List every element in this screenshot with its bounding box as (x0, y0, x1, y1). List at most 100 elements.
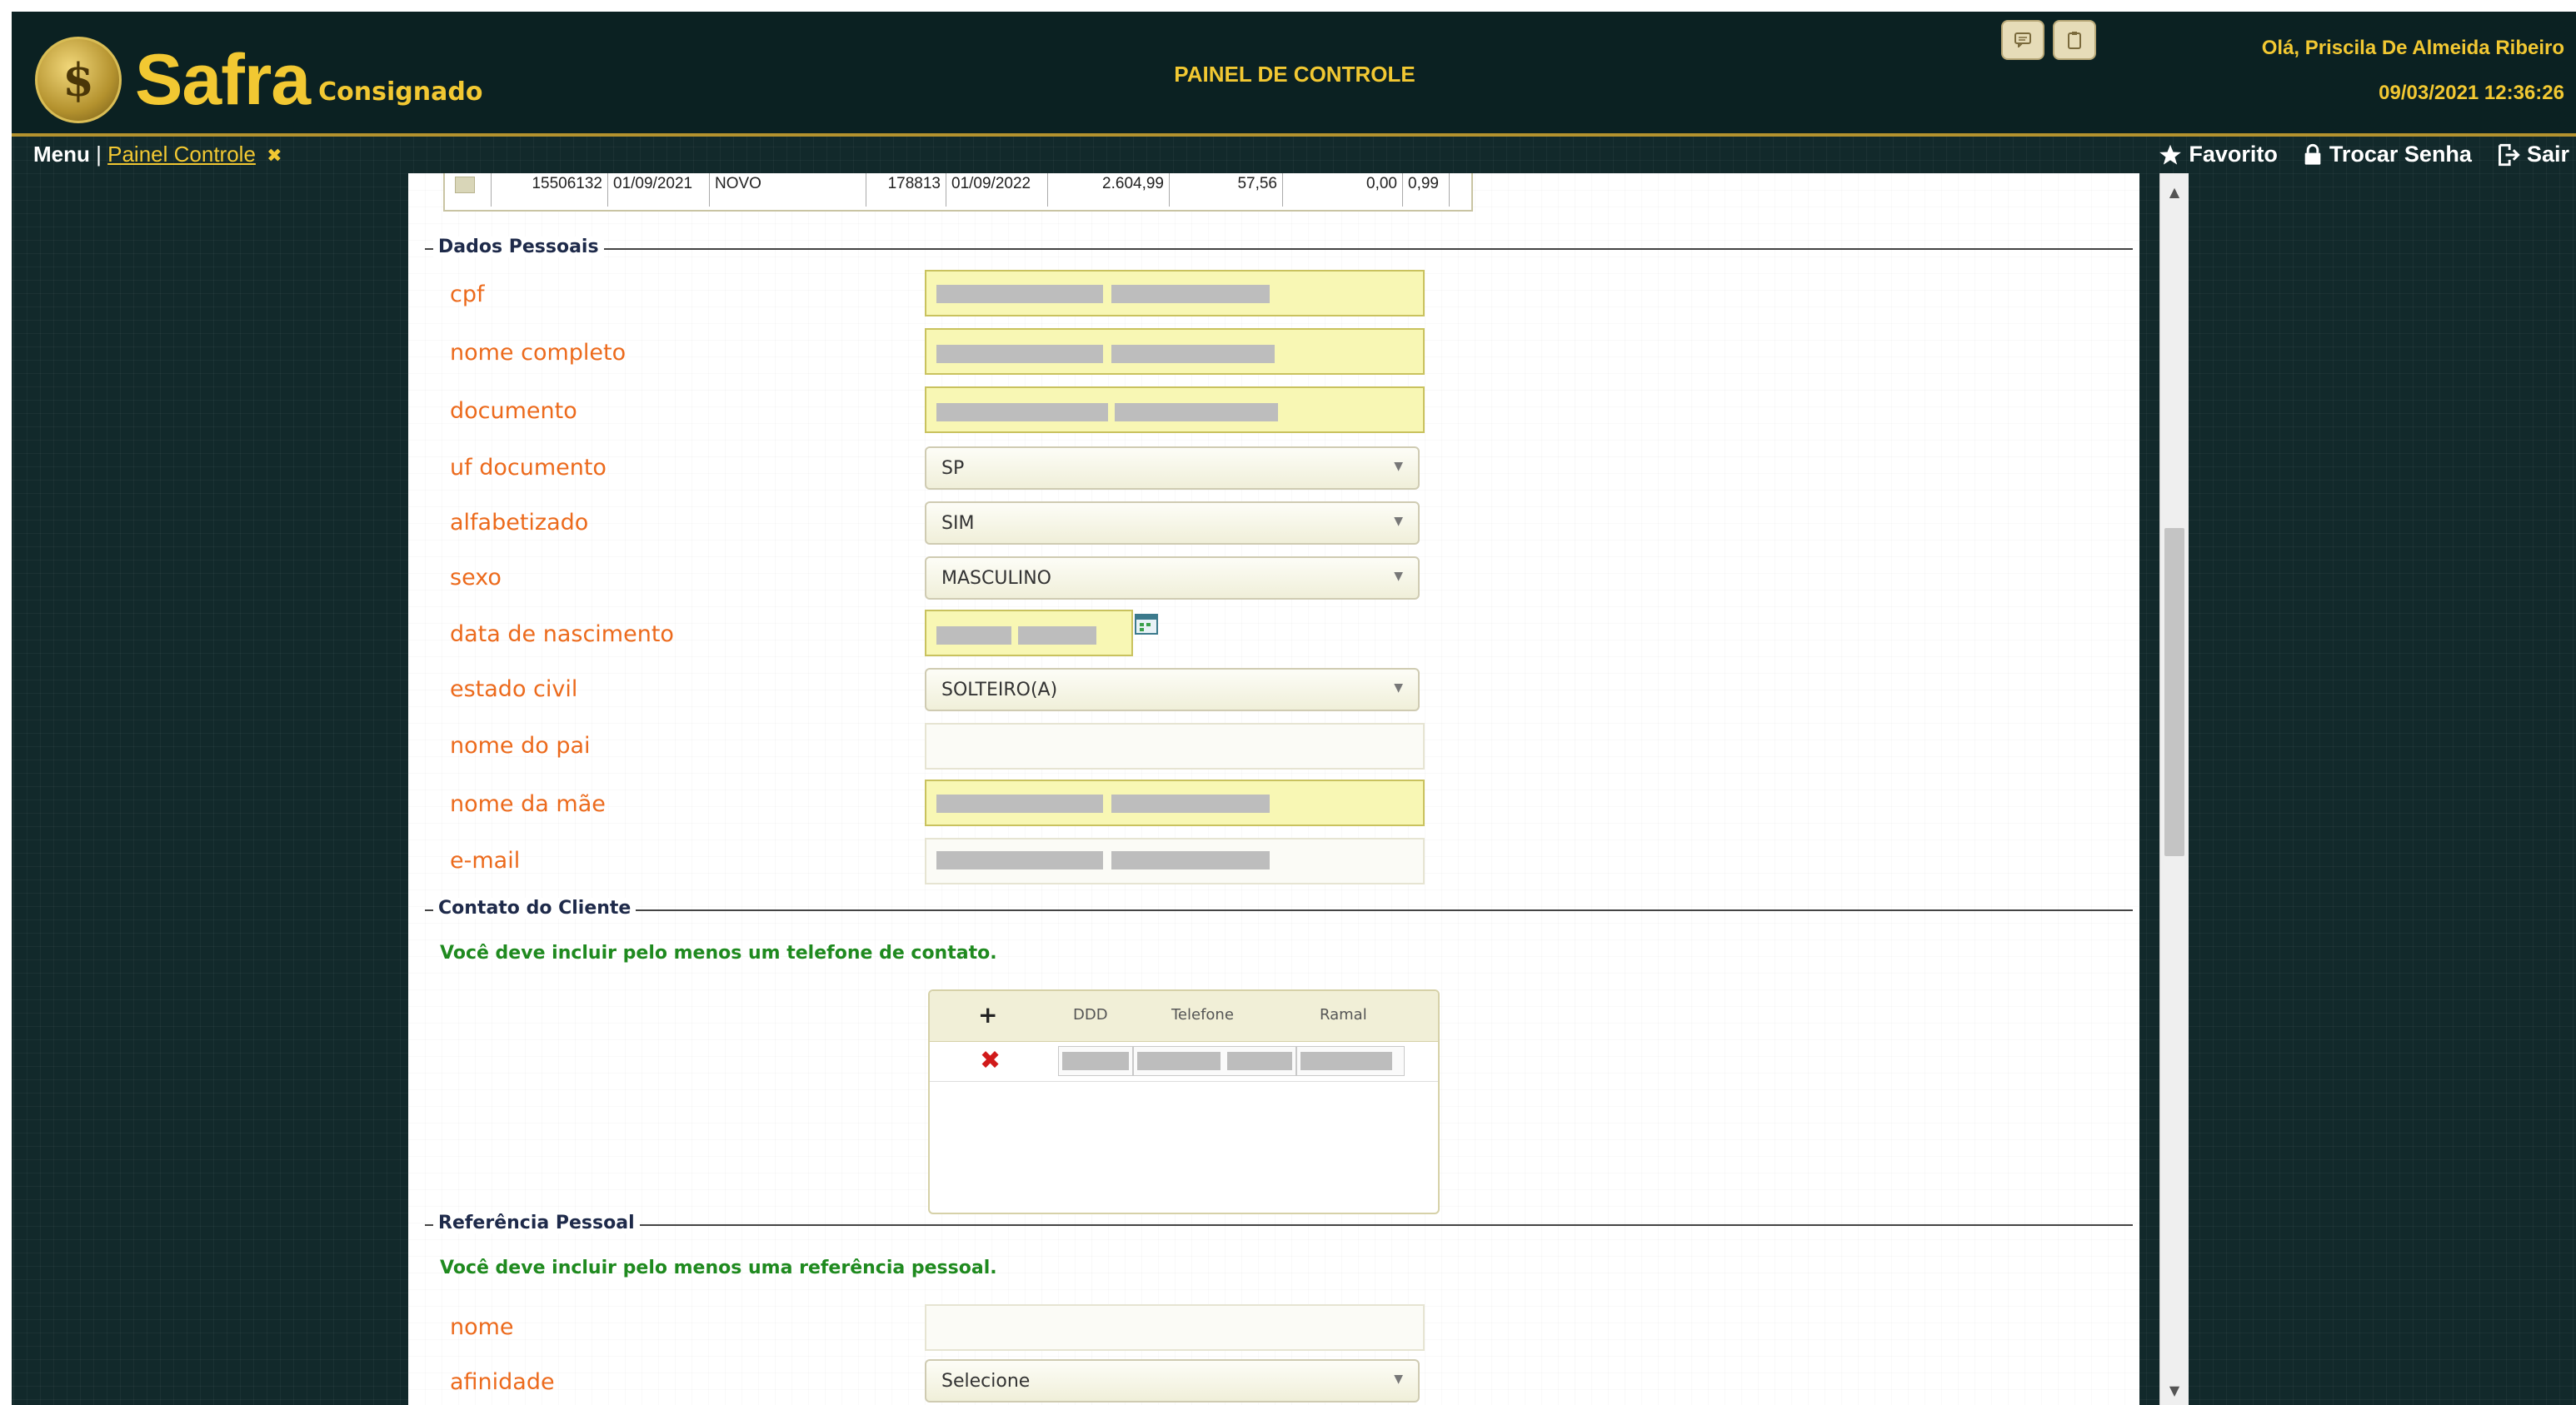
session-datetime: 09/03/2021 12:36:26 (2379, 82, 2564, 104)
sexo-label: sexo (450, 565, 502, 590)
row-checkbox[interactable] (455, 177, 475, 193)
data-nascimento-label: data de nascimento (450, 621, 674, 647)
scroll-up-icon[interactable]: ▲ (2160, 180, 2189, 203)
email-field[interactable] (925, 838, 1425, 884)
section-contato-cliente: Contato do Cliente (433, 898, 637, 919)
redacted-value (936, 285, 1103, 303)
nome-mae-field[interactable] (925, 780, 1425, 826)
redacted-value (1111, 851, 1270, 869)
telefone-grid-header: + DDD Telefone Ramal (930, 991, 1438, 1042)
nome-pai-field[interactable] (925, 723, 1425, 770)
ref-nome-label: nome (450, 1314, 514, 1340)
uf-documento-select[interactable]: SP ▼ (925, 446, 1420, 490)
afinidade-select[interactable]: Selecione ▼ (925, 1359, 1420, 1403)
breadcrumb-painel-controle[interactable]: Painel Controle (107, 142, 256, 167)
redacted-value (936, 795, 1103, 813)
nome-completo-field[interactable] (925, 328, 1425, 375)
email-label: e-mail (450, 848, 521, 874)
table-cell: 2.604,99 (1048, 173, 1170, 207)
menu-link[interactable]: Menu (33, 142, 90, 167)
cpf-field[interactable] (925, 270, 1425, 316)
ddd-input[interactable] (1058, 1046, 1133, 1076)
frame-top (0, 0, 2576, 12)
contato-warning: Você deve incluir pelo menos um telefone… (440, 943, 997, 964)
table-cell: 57,56 (1170, 173, 1283, 207)
scroll-down-icon[interactable]: ▼ (2160, 1378, 2189, 1402)
sair-link[interactable]: Sair (2497, 142, 2569, 167)
calendar-icon (1135, 614, 1158, 635)
row-checkbox-cell[interactable] (445, 173, 492, 207)
chat-button[interactable] (2001, 20, 2044, 60)
table-cell: 0,00 (1283, 173, 1403, 207)
clipboard-icon (2068, 32, 2081, 49)
nome-pai-label: nome do pai (450, 733, 591, 759)
redacted-value (1111, 345, 1275, 363)
form-content: 15506132 01/09/2021 NOVO 178813 01/09/20… (408, 173, 2139, 1405)
col-ddd: DDD (1073, 1006, 1108, 1024)
remove-phone-icon[interactable]: ✖ (980, 1046, 1001, 1075)
brand-logo: Safra Consignado (135, 42, 482, 117)
table-cell: 15506132 (492, 173, 608, 207)
section-divider (425, 248, 2133, 250)
redacted-value (936, 345, 1103, 363)
scroll-thumb[interactable] (2164, 528, 2184, 856)
table-cell: 01/09/2022 (946, 173, 1048, 207)
estado-civil-select[interactable]: SOLTEIRO(A) ▼ (925, 668, 1420, 711)
table-cell: 178813 (866, 173, 946, 207)
sexo-value: MASCULINO (941, 567, 1051, 589)
trocar-senha-link[interactable]: Trocar Senha (2303, 142, 2472, 167)
sair-label: Sair (2526, 142, 2569, 167)
favorito-link[interactable]: Favorito (2159, 142, 2278, 167)
nome-mae-label: nome da mãe (450, 791, 606, 817)
section-divider (425, 909, 2133, 911)
ref-nome-field[interactable] (925, 1304, 1425, 1351)
clipboard-button[interactable] (2053, 20, 2096, 60)
uf-documento-label: uf documento (450, 455, 607, 481)
redacted-value (1137, 1052, 1221, 1070)
chevron-down-icon: ▼ (1394, 515, 1403, 528)
menu-bar: Menu | Painel Controle ✖ Favorito Trocar… (12, 137, 2576, 172)
redacted-value (1111, 795, 1270, 813)
trocar-senha-label: Trocar Senha (2329, 142, 2472, 167)
calendar-button[interactable] (1135, 613, 1158, 635)
redacted-value (1111, 285, 1270, 303)
redacted-value (936, 626, 1011, 645)
chevron-down-icon: ▼ (1394, 570, 1403, 583)
nome-completo-label: nome completo (450, 340, 627, 366)
add-phone-button[interactable]: + (978, 1001, 997, 1029)
redacted-value (1062, 1052, 1129, 1070)
table-cell: 0,99 (1403, 173, 1450, 207)
close-tab-icon[interactable]: ✖ (267, 145, 282, 166)
telefone-row: ✖ (930, 1041, 1438, 1082)
redacted-value (1227, 1052, 1292, 1070)
user-greeting: Olá, Priscila De Almeida Ribeiro (2261, 37, 2564, 59)
redacted-value (1300, 1052, 1392, 1070)
estado-civil-value: SOLTEIRO(A) (941, 679, 1058, 700)
user-actions: Favorito Trocar Senha Sair (2159, 142, 2569, 167)
alfabetizado-value: SIM (941, 512, 975, 534)
documento-field[interactable] (925, 386, 1425, 433)
estado-civil-label: estado civil (450, 676, 578, 702)
content-scrollbar[interactable]: ▲ ▼ (2159, 173, 2189, 1405)
brand-subtitle: Consignado (318, 77, 483, 107)
afinidade-label: afinidade (450, 1369, 555, 1395)
telefone-grid: + DDD Telefone Ramal ✖ (928, 989, 1440, 1214)
afinidade-value: Selecione (941, 1370, 1031, 1392)
exit-icon (2498, 143, 2520, 166)
redacted-value (936, 403, 1108, 421)
lock-icon (2304, 143, 2321, 165)
sexo-select[interactable]: MASCULINO ▼ (925, 556, 1420, 600)
telefone-input[interactable] (1133, 1046, 1296, 1076)
chevron-down-icon: ▼ (1394, 1373, 1403, 1386)
ramal-input[interactable] (1296, 1046, 1405, 1076)
chat-icon (2014, 32, 2031, 47)
alfabetizado-select[interactable]: SIM ▼ (925, 501, 1420, 545)
data-nascimento-field[interactable] (925, 610, 1133, 656)
favorito-label: Favorito (2189, 142, 2278, 167)
frame-left (0, 0, 12, 1405)
app-header: $ Safra Consignado PAINEL DE CONTROLE Ol… (12, 12, 2576, 137)
section-dados-pessoais: Dados Pessoais (433, 237, 604, 257)
contract-table-row: 15506132 01/09/2021 NOVO 178813 01/09/20… (443, 173, 1473, 212)
chevron-down-icon: ▼ (1394, 681, 1403, 695)
cpf-label: cpf (450, 281, 485, 307)
